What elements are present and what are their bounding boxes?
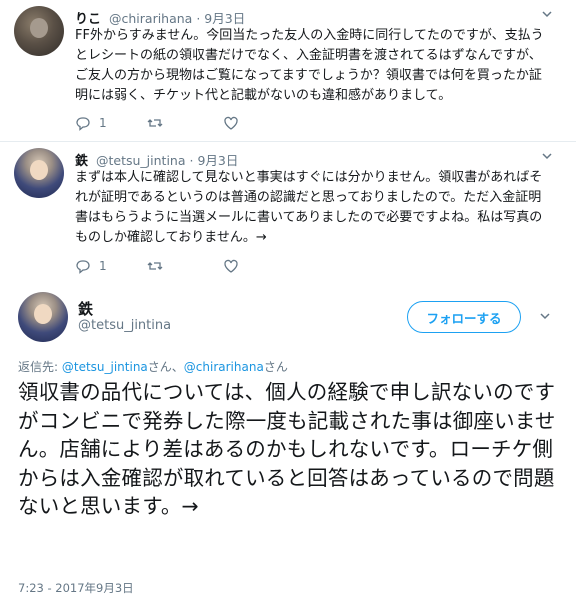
retweet-icon xyxy=(147,119,163,127)
reply-to-user-link[interactable]: @tetsu_jintina xyxy=(62,360,148,374)
avatar[interactable] xyxy=(14,6,64,56)
replying-to: 返信先: @tetsu_jintinaさん、@chirarihanaさん xyxy=(18,358,288,375)
tweet-date[interactable]: 9月3日 xyxy=(204,11,245,26)
reply-tweet-2[interactable]: 鉄 @tetsu_jintina · 9月3日 まずは本人に確認して見ないと事実… xyxy=(0,142,576,284)
like-button[interactable] xyxy=(223,256,247,276)
reply-to-user-link[interactable]: @chirarihana xyxy=(184,360,264,374)
like-button[interactable] xyxy=(223,113,247,133)
avatar[interactable] xyxy=(14,148,64,198)
follow-button[interactable]: フォローする xyxy=(407,301,521,333)
tweet-text: FF外からすみません。今回当たった友人の入金時に同行してたのですが、支払うとレシ… xyxy=(75,28,544,103)
tweet-timestamp[interactable]: 7:23 - 2017年9月3日 xyxy=(18,580,134,596)
main-handle[interactable]: @tetsu_jintina xyxy=(78,318,171,333)
retweet-button[interactable] xyxy=(147,256,171,276)
reply-to-suffix: さん xyxy=(263,360,288,374)
retweet-icon xyxy=(147,262,163,270)
reply-button[interactable]: 1 xyxy=(75,256,107,276)
reply-icon xyxy=(76,260,90,274)
like-icon xyxy=(224,116,238,130)
tweet-header: りこ @chirarihana · 9月3日 xyxy=(75,8,245,27)
reply-icon xyxy=(76,117,90,131)
like-icon xyxy=(224,259,238,273)
chevron-down-icon[interactable] xyxy=(538,310,552,324)
tweet-header: 鉄 @tetsu_jintina · 9月3日 xyxy=(75,150,238,169)
display-name[interactable]: りこ xyxy=(75,12,101,27)
reply-count: 1 xyxy=(99,116,107,130)
reply-button[interactable]: 1 xyxy=(75,113,107,133)
display-name[interactable]: 鉄 xyxy=(75,154,88,169)
main-display-name[interactable]: 鉄 xyxy=(78,298,93,319)
main-tweet-text: 領収書の品代については、個人の経験で申し訳ないのですがコンビニで発券した際一度も… xyxy=(18,380,556,518)
handle[interactable]: @chirarihana xyxy=(109,11,192,26)
tweet-date[interactable]: 9月3日 xyxy=(197,153,238,168)
retweet-button[interactable] xyxy=(147,113,171,133)
reply-to-mid: さん、 xyxy=(147,360,184,374)
chevron-down-icon[interactable] xyxy=(540,150,554,164)
tweet-actions: 1 xyxy=(75,113,275,133)
separator: · xyxy=(189,153,194,168)
handle[interactable]: @tetsu_jintina xyxy=(96,153,186,168)
reply-tweet-1[interactable]: りこ @chirarihana · 9月3日 FF外からすみません。今回当たった… xyxy=(0,0,576,140)
main-avatar[interactable] xyxy=(18,292,68,342)
separator: · xyxy=(196,11,201,26)
tweet-text: まずは本人に確認して見ないと事実はすぐには分かりません。領収書があればそれが証明… xyxy=(75,170,543,245)
chevron-down-icon[interactable] xyxy=(540,8,554,22)
reply-to-prefix: 返信先: xyxy=(18,360,62,374)
reply-count: 1 xyxy=(99,259,107,273)
tweet-actions: 1 xyxy=(75,256,275,276)
